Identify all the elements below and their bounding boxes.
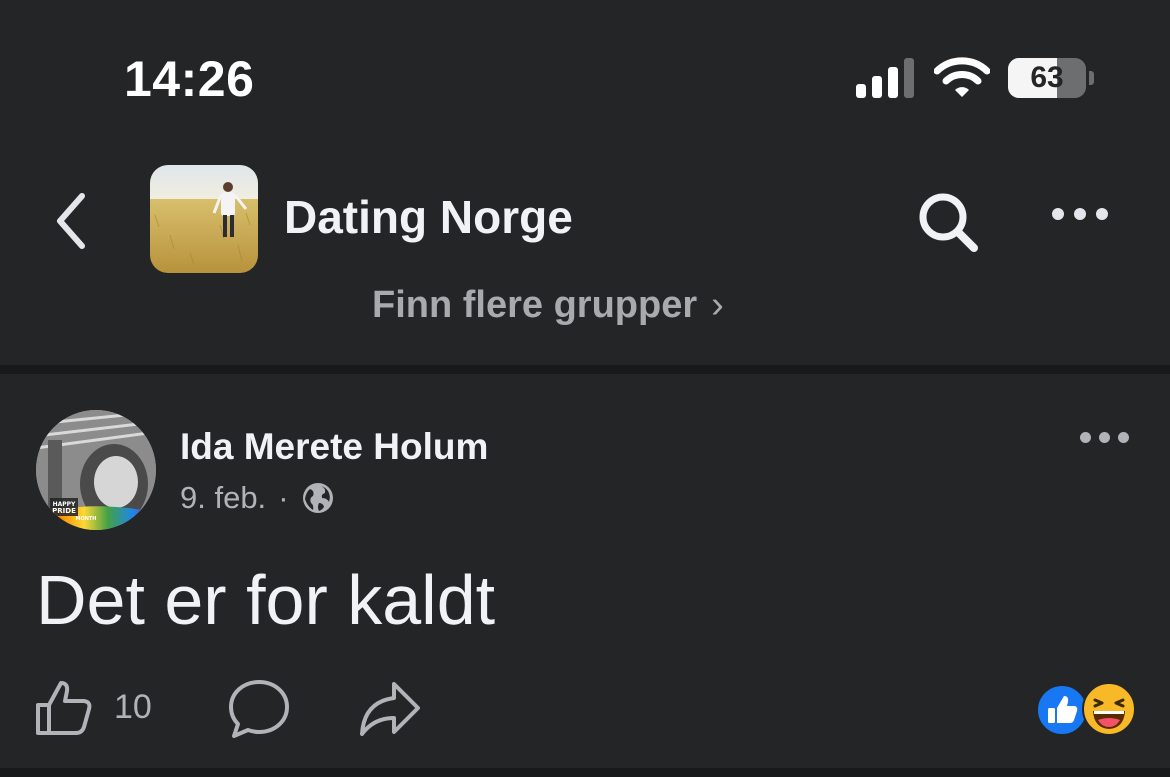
post-more-button[interactable] <box>1080 432 1130 446</box>
like-reaction-icon <box>1036 684 1088 736</box>
battery-level: 63 <box>1030 61 1064 94</box>
search-icon <box>919 193 978 252</box>
group-title[interactable]: Dating Norge <box>284 190 573 244</box>
battery-icon: 63 <box>1008 58 1094 98</box>
group-cover-thumbnail[interactable] <box>150 165 258 273</box>
group-header: Dating Norge Finn flere grupper › <box>0 150 1170 365</box>
chevron-left-icon <box>57 193 85 249</box>
find-more-groups-link[interactable]: Finn flere grupper › <box>372 284 724 327</box>
reaction-summary[interactable] <box>1036 682 1140 738</box>
post-date[interactable]: 9. feb. <box>180 480 266 516</box>
search-button[interactable] <box>914 188 984 258</box>
post-card: HAPPY PRIDE MONTH Ida Merete Holum 9. fe… <box>0 374 1170 777</box>
bottom-divider <box>0 768 1170 777</box>
back-button[interactable] <box>48 190 94 252</box>
share-icon <box>360 682 420 736</box>
find-more-groups-label: Finn flere grupper <box>372 284 698 326</box>
meta-separator: · <box>278 480 289 515</box>
status-time: 14:26 <box>124 51 255 107</box>
section-divider <box>0 365 1170 374</box>
comment-button[interactable] <box>226 676 292 742</box>
svg-text:MONTH: MONTH <box>75 516 96 522</box>
post-author[interactable]: Ida Merete Holum <box>180 426 488 468</box>
like-button[interactable]: 10 <box>34 672 152 742</box>
status-bar: 14:26 63 <box>0 0 1170 150</box>
avatar[interactable]: HAPPY PRIDE MONTH <box>36 410 156 530</box>
comment-icon <box>229 680 289 738</box>
signal-icon <box>856 58 914 98</box>
share-button[interactable] <box>356 676 422 742</box>
globe-icon <box>302 483 333 513</box>
thumbs-up-icon <box>36 681 92 735</box>
haha-reaction-icon <box>1082 682 1136 736</box>
wifi-icon <box>934 57 990 97</box>
post-actions: 10 <box>0 672 1170 752</box>
svg-text:PRIDE: PRIDE <box>52 507 76 515</box>
post-meta: 9. feb. · <box>180 480 335 516</box>
post-text: Det er for kaldt <box>36 561 496 639</box>
more-options-button[interactable] <box>1050 208 1112 228</box>
like-count: 10 <box>114 687 152 726</box>
chevron-right-icon: › <box>711 284 724 326</box>
